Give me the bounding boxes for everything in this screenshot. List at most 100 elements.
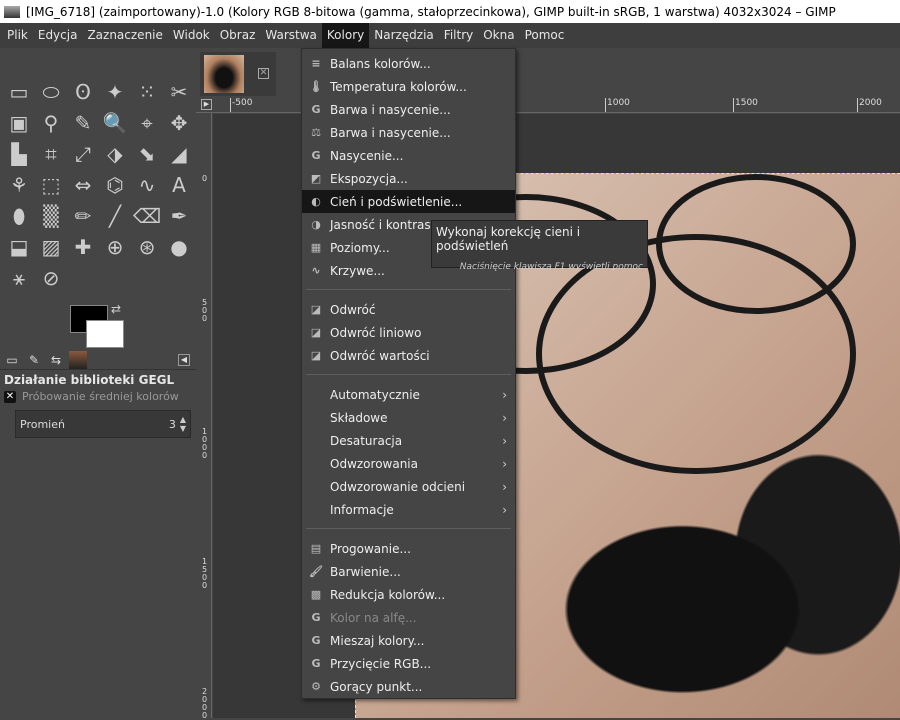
tool-icon[interactable]: ▙: [3, 138, 35, 169]
menu-8[interactable]: Filtry: [439, 23, 478, 48]
menu-7[interactable]: Narzędzia: [369, 23, 439, 48]
tool-icon[interactable]: ⚲: [35, 107, 67, 138]
tool-icon[interactable]: ⊛: [131, 231, 163, 262]
menu-item[interactable]: ◩ Ekspozycja...: [302, 167, 515, 190]
tool-icon[interactable]: ⊕: [99, 231, 131, 262]
menu-2[interactable]: Zaznaczenie: [82, 23, 167, 48]
tool-icon[interactable]: ⤢: [67, 138, 99, 169]
menu-10[interactable]: Pomoc: [520, 23, 570, 48]
device-status-tab-icon[interactable]: ✎: [25, 351, 43, 369]
dock-menu-icon[interactable]: ◀: [178, 353, 190, 366]
menu-1[interactable]: Edycja: [33, 23, 83, 48]
tool-icon[interactable]: ⁙: [131, 76, 163, 107]
tool-icon[interactable]: ⬭: [35, 76, 67, 107]
tool-icon[interactable]: A: [163, 169, 195, 200]
ruler-label: -500: [230, 98, 252, 112]
tool-icon[interactable]: ▭: [3, 76, 35, 107]
menu-item[interactable]: G Przycięcie RGB...: [302, 652, 515, 675]
tool-icon[interactable]: ⬗: [99, 138, 131, 169]
menu-3[interactable]: Widok: [168, 23, 215, 48]
tool-icon[interactable]: ⬊: [131, 138, 163, 169]
menu-item-label: Kolor na alfę...: [330, 610, 417, 625]
tool-icon[interactable]: ✂: [163, 76, 195, 107]
menu-item[interactable]: ▩ Redukcja kolorów...: [302, 583, 515, 606]
menu-item[interactable]: G Nasycenie...: [302, 144, 515, 167]
checkbox-checked-icon[interactable]: ✕: [4, 390, 16, 403]
tool-icon[interactable]: ⚹: [3, 262, 35, 293]
tool-icon[interactable]: ∿: [131, 169, 163, 200]
menu-item-label: Odwróć: [330, 302, 376, 317]
quick-mask-icon[interactable]: ▶: [201, 99, 212, 110]
swap-colors-icon[interactable]: ⇄: [111, 302, 121, 316]
images-tab-icon[interactable]: [69, 350, 87, 369]
sample-average-option[interactable]: ✕ Próbowanie średniej kolorów: [4, 390, 179, 403]
menu-item-icon: ∿: [311, 264, 321, 277]
menu-item[interactable]: Desaturacja ›: [302, 429, 515, 452]
menu-item-label: Jasność i kontrast...: [330, 217, 447, 232]
menu-item-label: Nasycenie...: [330, 148, 404, 163]
menu-item[interactable]: ≡ Balans kolorów...: [302, 52, 515, 75]
menu-6[interactable]: Kolory: [321, 23, 370, 48]
menu-item[interactable]: ⚙ Gorący punkt...: [302, 675, 515, 698]
tool-icon[interactable]: ⬓: [3, 231, 35, 262]
tool-icon[interactable]: ʘ: [67, 76, 99, 107]
menu-item[interactable]: ◪ Odwróć: [302, 298, 515, 321]
tool-icon[interactable]: ▨: [35, 231, 67, 262]
menu-item[interactable]: ◐ Cień i podświetlenie...: [302, 190, 515, 213]
tooltip-hint: Naciśnięcie klawisza F1 wyświetli pomoc: [459, 262, 643, 272]
menu-item[interactable]: G Mieszaj kolory...: [302, 629, 515, 652]
spin-arrows-icon[interactable]: ▲ ▼: [180, 415, 186, 433]
tool-icon[interactable]: ▣: [3, 107, 35, 138]
menu-item-label: Krzywe...: [330, 263, 385, 278]
tool-icon[interactable]: ⬚: [35, 169, 67, 200]
menu-bar: Plik Edycja Zaznaczenie Widok Obraz Warstwa Ko…: [0, 23, 900, 48]
tool-icon[interactable]: ╱: [99, 200, 131, 231]
tool-icon[interactable]: ✚: [67, 231, 99, 262]
menu-item[interactable]: Informacje ›: [302, 498, 515, 521]
tool-icon[interactable]: ✦: [99, 76, 131, 107]
menu-item[interactable]: 🌡 Temperatura kolorów...: [302, 75, 515, 98]
menu-4[interactable]: Obraz: [215, 23, 261, 48]
tool-options-tab-icon[interactable]: ▭: [3, 351, 21, 369]
menu-item-icon: ◪: [310, 326, 322, 339]
tool-icon[interactable]: ▒: [35, 200, 67, 231]
menu-separator: [306, 289, 511, 290]
tool-icon[interactable]: ⌫: [131, 200, 163, 231]
tool-icon[interactable]: ✥: [163, 107, 195, 138]
menu-item[interactable]: Odwzorowania ›: [302, 452, 515, 475]
close-tab-icon[interactable]: ✕: [258, 68, 269, 79]
ruler-label: 0: [202, 174, 208, 183]
tool-icon[interactable]: ⌗: [35, 138, 67, 169]
tool-icon[interactable]: ✒: [163, 200, 195, 231]
tool-icon[interactable]: ⌬: [99, 169, 131, 200]
menu-item[interactable]: Składowe ›: [302, 406, 515, 429]
image-tab[interactable]: ✕: [200, 52, 276, 96]
menu-0[interactable]: Plik: [2, 23, 33, 48]
menu-item[interactable]: ⚖ Barwa i nasycenie...: [302, 121, 515, 144]
tool-icon[interactable]: ⌖: [131, 107, 163, 138]
gimp-app-icon: [4, 5, 20, 18]
submenu-arrow-icon: ›: [502, 479, 507, 494]
tool-icon[interactable]: ⊘: [35, 262, 67, 293]
menu-5[interactable]: Warstwa: [260, 23, 322, 48]
background-color[interactable]: [86, 320, 124, 348]
undo-history-tab-icon[interactable]: ⇆: [47, 351, 65, 369]
tool-icon[interactable]: ⇔: [67, 169, 99, 200]
menu-item-label: Balans kolorów...: [330, 56, 431, 71]
tool-icon[interactable]: ✏: [67, 200, 99, 231]
tool-icon[interactable]: ⬮: [3, 200, 35, 231]
tool-icon[interactable]: ●: [163, 231, 195, 262]
tool-icon[interactable]: ◢: [163, 138, 195, 169]
menu-9[interactable]: Okna: [478, 23, 519, 48]
menu-item[interactable]: G Barwa i nasycenie...: [302, 98, 515, 121]
tool-icon[interactable]: 🔍: [99, 107, 131, 138]
menu-item[interactable]: Automatycznie ›: [302, 383, 515, 406]
tool-icon[interactable]: ✎: [67, 107, 99, 138]
menu-item[interactable]: ◪ Odwróć wartości: [302, 344, 515, 367]
menu-item[interactable]: Odwzorowanie odcieni ›: [302, 475, 515, 498]
menu-item[interactable]: ▤ Progowanie...: [302, 537, 515, 560]
radius-spinner[interactable]: Promień 3 ▲ ▼: [15, 410, 191, 438]
tool-icon[interactable]: ⚘: [3, 169, 35, 200]
menu-item[interactable]: 🖌 Barwienie...: [302, 560, 515, 583]
menu-item[interactable]: ◪ Odwróć liniowo: [302, 321, 515, 344]
